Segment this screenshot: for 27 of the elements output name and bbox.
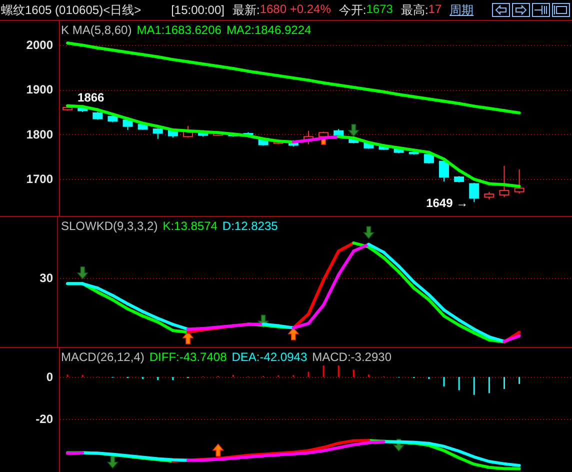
- quote-label: 最高:: [400, 2, 428, 18]
- indicator-legend: K:13.8574: [162, 219, 218, 233]
- quote-label: 今开:: [338, 2, 366, 18]
- indicator-legend: DEA:-42.0943: [232, 350, 308, 364]
- quote-value: 1680 +0.24%: [260, 2, 331, 18]
- axis-tick-label: 0: [46, 370, 53, 384]
- quote-label: 最新:: [232, 2, 260, 18]
- chart-title: MACD(26,12,4): [61, 350, 144, 364]
- indicator-legend: MA2:1846.9224: [226, 23, 312, 37]
- indicator-legend: MA1:1683.6206: [136, 23, 222, 37]
- indicator-legend: DIFF:-43.7408: [149, 350, 227, 364]
- price-low-label: 1649 →: [426, 196, 468, 210]
- axis-tick-label: 1800: [26, 127, 53, 142]
- chart-title: K MA(5,8,60): [61, 23, 132, 37]
- axis-tick-label: 2000: [26, 38, 53, 52]
- axis-tick-label: -20: [36, 412, 53, 426]
- indicator-legend: SLOWKD(9,3,3,2): [61, 219, 158, 233]
- indicator-legend: D:12.8235: [222, 219, 278, 233]
- quote-value: 17: [428, 2, 442, 18]
- indicator-legend: MACD:-3.2930: [312, 350, 392, 364]
- axis-tick-label: 1700: [26, 172, 53, 186]
- axis-tick-label: 1900: [26, 82, 53, 97]
- time-label: [15:00:00]: [171, 3, 224, 17]
- quote-value: 1673: [366, 2, 393, 18]
- price-high-label: 1866: [78, 90, 104, 105]
- axis-tick-label: 30: [40, 270, 53, 285]
- contract-title: 螺纹1605 (010605)<日线>: [1, 2, 142, 18]
